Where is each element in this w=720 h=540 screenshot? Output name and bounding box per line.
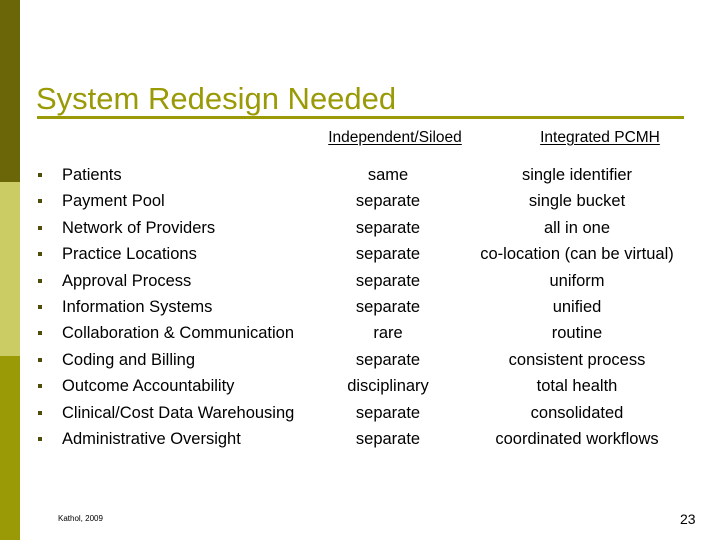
comparison-row: Coding and Billing separate consistent pro… [0,348,720,374]
title-underline-rule [37,116,684,119]
row-value-integrated: consistent process [508,350,646,369]
sidebar-band-top [0,0,20,182]
row-value-integrated: single identifier [521,166,633,184]
row-value-integrated: single bucket [528,192,626,211]
row-value-integrated: consolidated [530,403,624,422]
bullet-icon [38,225,42,230]
column-header-integrated: Integrated PCMH [540,129,660,146]
comparison-row: Clinical/Cost Data Warehousing separate co… [0,401,720,427]
column-header-row: Independent/Siloed Integrated PCMH [20,128,720,150]
bullet-icon [38,357,42,362]
comparison-row: Collaboration & Communication rare routine [0,321,720,347]
slide-title: System Redesign Needed [36,81,397,116]
column-header-independent: Independent/Siloed [328,129,462,146]
bullet-icon [38,436,42,441]
bullet-icon [38,278,42,283]
bullet-icon [38,304,42,309]
bullet-icon [38,252,42,257]
bullet-icon [38,331,42,336]
bullet-icon [38,384,42,389]
row-value-integrated: unified [552,297,602,316]
comparison-row: Outcome Accountability disciplinary total … [0,374,720,400]
comparison-rows: Patients same single identifier Payment Poo… [0,163,720,453]
row-value-integrated: all in one [543,218,611,237]
comparison-row: Approval Process separate uniform [0,269,720,295]
comparison-row: Practice Locations separate co-location (c… [0,242,720,268]
row-value-integrated: co-location (can be virtual) [480,245,674,264]
row-value-integrated: routine [551,324,603,343]
comparison-row: Network of Providers separate all in one [0,216,720,242]
row-value-integrated: coordinated workflows [495,429,659,448]
row-value-integrated: total health [536,377,618,396]
comparison-row: Information Systems separate unified [0,295,720,321]
slide-canvas: System Redesign Needed Independent/Siloe… [0,0,720,540]
comparison-row: Patients same single identifier [0,163,720,189]
page-number: 23 [680,511,696,527]
comparison-row: Payment Pool separate single bucket [0,189,720,215]
bullet-icon [38,173,42,177]
bullet-icon [38,199,42,204]
source-citation: Kathol, 2009 [58,514,103,523]
comparison-row: Administrative Oversight separate coordina… [0,427,720,453]
row-value-integrated: uniform [549,271,605,290]
bullet-icon [38,410,42,415]
